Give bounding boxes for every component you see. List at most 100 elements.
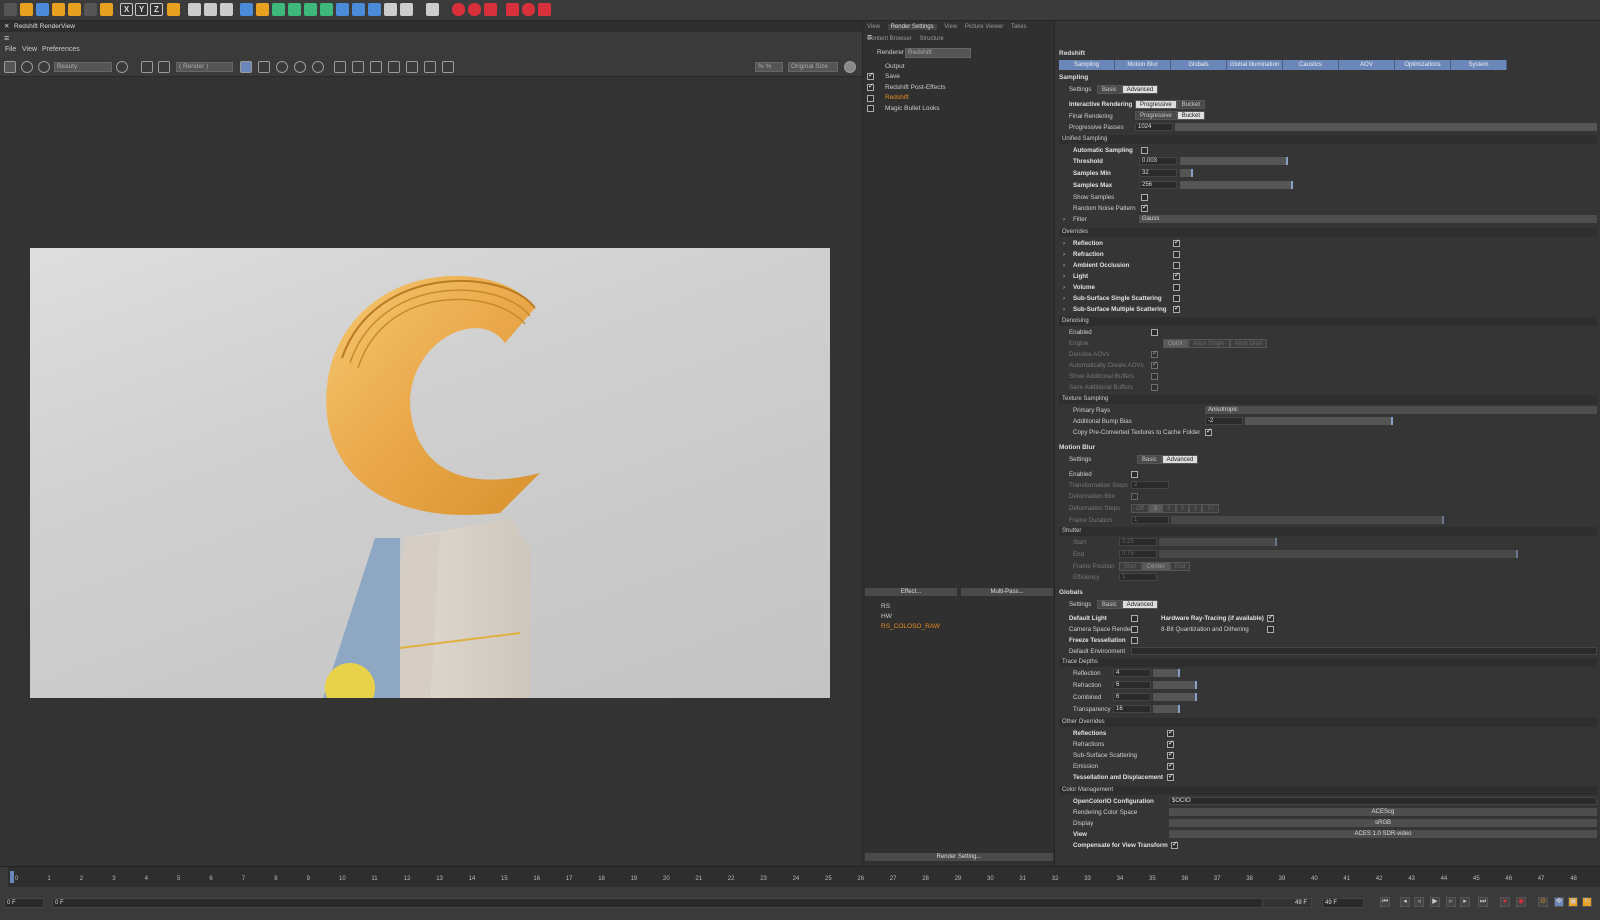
- default-light-checkbox[interactable]: [1131, 615, 1138, 622]
- render-camera-dropdown[interactable]: ( Render ): [176, 62, 233, 72]
- tree-magic-bullet[interactable]: Magic Bullet Looks: [885, 105, 940, 112]
- position-center[interactable]: Center: [1141, 562, 1170, 571]
- other-override-checkbox[interactable]: [1167, 772, 1174, 781]
- frame-duration-field[interactable]: 1: [1131, 516, 1169, 524]
- region-icon[interactable]: [141, 61, 153, 73]
- output-checkbox[interactable]: [867, 95, 874, 102]
- final-bucket[interactable]: Bucket: [1176, 111, 1206, 120]
- extrude-icon[interactable]: [288, 3, 301, 16]
- position-start[interactable]: Start: [1119, 562, 1142, 571]
- other-override-checkbox[interactable]: [1167, 761, 1174, 770]
- denoise-aovs-checkbox[interactable]: [1151, 349, 1158, 358]
- post-fx-icon[interactable]: [294, 61, 306, 73]
- save-buffers-checkbox[interactable]: [1151, 384, 1158, 391]
- tab-caustics[interactable]: Caustics: [1283, 60, 1339, 70]
- position-end[interactable]: End: [1169, 562, 1191, 571]
- deformer-icon[interactable]: [320, 3, 333, 16]
- override-checkbox[interactable]: [1173, 262, 1180, 269]
- overrides-group[interactable]: Overrides: [1059, 228, 1597, 237]
- depth-field[interactable]: 4: [1113, 669, 1151, 677]
- tree-redshift[interactable]: Redshift: [885, 94, 909, 101]
- shutter-start-field[interactable]: 0.25: [1119, 538, 1157, 546]
- samples-min-slider[interactable]: [1180, 169, 1193, 177]
- copy-icon[interactable]: [442, 61, 454, 73]
- shutter-end-slider[interactable]: [1159, 550, 1518, 558]
- close-icon[interactable]: ✕: [4, 21, 9, 32]
- multipass-button[interactable]: Multi-Pass...: [961, 588, 1053, 596]
- play-icon[interactable]: ▶: [1430, 897, 1440, 907]
- refresh-icon[interactable]: [38, 61, 50, 73]
- auto-sampling-checkbox[interactable]: [1141, 147, 1148, 154]
- pass-rs[interactable]: RS: [881, 603, 890, 610]
- menu-preferences[interactable]: Preferences: [42, 46, 80, 53]
- view-dropdown[interactable]: ACES 1.0 SDR-video: [1169, 830, 1597, 838]
- rendering-space-dropdown[interactable]: ACEScg: [1169, 808, 1597, 816]
- compensate-checkbox[interactable]: [1171, 840, 1178, 849]
- tab-motion-blur[interactable]: Motion Blur: [1115, 60, 1171, 70]
- autokey-icon[interactable]: ◉: [1516, 897, 1526, 907]
- tab-sampling[interactable]: Sampling: [1059, 60, 1115, 70]
- override-chevron-icon[interactable]: ›: [1063, 262, 1065, 269]
- color-management-group[interactable]: Color Management: [1059, 786, 1597, 795]
- pass-coloso-raw[interactable]: RS_COLOSO_RAW: [881, 623, 940, 630]
- override-checkbox[interactable]: [1173, 295, 1180, 302]
- next-key-icon[interactable]: ▸: [1460, 897, 1470, 907]
- scale-icon[interactable]: [52, 3, 65, 16]
- redshift-object-icon[interactable]: [506, 3, 519, 16]
- bucket-lock-icon[interactable]: [240, 61, 252, 73]
- tab-aov[interactable]: AOV: [1339, 60, 1395, 70]
- tab-view[interactable]: View: [867, 24, 880, 30]
- cloner-icon[interactable]: [304, 3, 317, 16]
- redshift-material-icon[interactable]: [484, 3, 497, 16]
- override-chevron-icon[interactable]: ›: [1063, 251, 1065, 258]
- tab-globals[interactable]: Globals: [1171, 60, 1227, 70]
- basic-option[interactable]: Basic: [1097, 85, 1122, 94]
- floor-icon[interactable]: [336, 3, 349, 16]
- override-chevron-icon[interactable]: ›: [1063, 273, 1065, 280]
- copy-textures-checkbox[interactable]: [1205, 427, 1212, 436]
- redshift-renderview-icon[interactable]: [538, 3, 551, 16]
- current-frame-field[interactable]: 0 F: [52, 898, 1312, 908]
- depth-field[interactable]: 6: [1113, 693, 1151, 701]
- prev-frame-icon[interactable]: ◃: [1414, 897, 1424, 907]
- exposure-icon[interactable]: [276, 61, 288, 73]
- filter-dropdown[interactable]: Gauss: [1139, 215, 1597, 223]
- random-noise-checkbox[interactable]: [1141, 203, 1148, 212]
- 8bit-checkbox[interactable]: [1267, 626, 1274, 633]
- override-chevron-icon[interactable]: ›: [1063, 295, 1065, 302]
- add-snapshot-icon[interactable]: [406, 61, 418, 73]
- transformation-steps-field[interactable]: 2: [1131, 481, 1169, 489]
- default-environment-field[interactable]: [1131, 647, 1597, 655]
- keyframe-selection-icon[interactable]: ⊙: [1538, 897, 1548, 907]
- samples-min-field[interactable]: 32: [1139, 169, 1177, 177]
- interactive-progressive[interactable]: Progressive: [1135, 100, 1177, 109]
- depth-slider[interactable]: [1153, 681, 1197, 689]
- advanced-option[interactable]: Advanced: [1121, 85, 1159, 94]
- render-picture-viewer-icon[interactable]: [204, 3, 217, 16]
- display-dropdown[interactable]: sRGB: [1169, 819, 1597, 827]
- deform-3[interactable]: 3: [1162, 504, 1176, 513]
- clapper-icon[interactable]: [4, 61, 16, 73]
- rotate-icon[interactable]: [68, 3, 81, 16]
- deform-5[interactable]: 5: [1175, 504, 1189, 513]
- coordinate-system-icon[interactable]: [167, 3, 180, 16]
- deformation-blur-checkbox[interactable]: [1131, 493, 1138, 500]
- depth-field[interactable]: 6: [1113, 681, 1151, 689]
- unified-sampling-group[interactable]: Unified Sampling: [1059, 135, 1597, 144]
- engine-optix[interactable]: OptiX: [1163, 339, 1189, 348]
- mb-advanced-option[interactable]: Advanced: [1161, 455, 1199, 464]
- start-frame-field[interactable]: 0 F: [4, 898, 44, 908]
- gear-icon[interactable]: [844, 61, 856, 73]
- render-view-icon[interactable]: [188, 3, 201, 16]
- y-axis-lock[interactable]: Y: [135, 3, 148, 16]
- renderer-dropdown[interactable]: Redshift: [905, 48, 971, 58]
- tree-output[interactable]: Output: [885, 63, 905, 70]
- post-effects-checkbox[interactable]: [867, 82, 874, 91]
- shutter-start-slider[interactable]: [1159, 538, 1277, 546]
- efficiency-field[interactable]: 1: [1119, 573, 1157, 581]
- hamburger-icon[interactable]: ≡: [867, 32, 872, 42]
- render-setting-button[interactable]: Render Setting...: [865, 853, 1053, 861]
- end-frame-field[interactable]: 49 F: [1322, 898, 1364, 908]
- passes-slider[interactable]: [1175, 123, 1597, 131]
- next-frame-icon[interactable]: ▹: [1446, 897, 1456, 907]
